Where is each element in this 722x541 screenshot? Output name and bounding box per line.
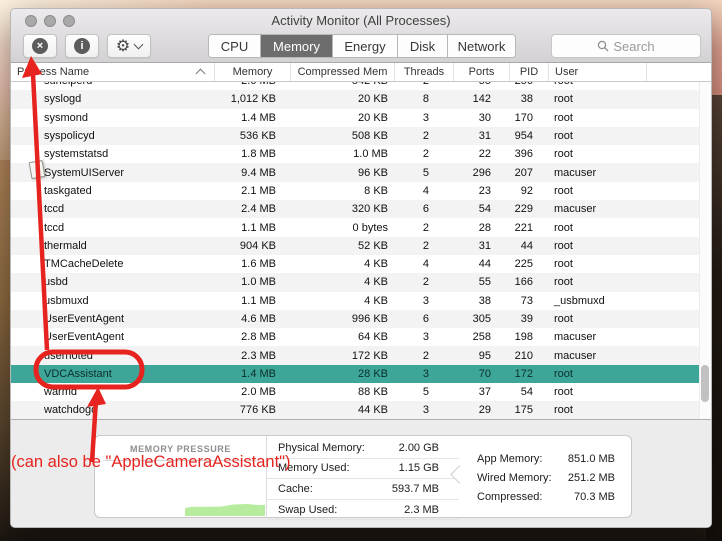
tab-network[interactable]: Network <box>447 35 515 57</box>
gear-icon: ⚙ <box>116 38 130 54</box>
table-row[interactable]: tccd 2.4 MB 320 KB 6 54 229 macuser <box>11 200 701 218</box>
stat-value: 70.3 MB <box>574 491 615 503</box>
inspect-button[interactable]: i <box>65 34 99 58</box>
table-row[interactable]: syspolicyd 536 KB 508 KB 2 31 954 root <box>11 127 701 145</box>
memory-pressure-section: MEMORY PRESSURE <box>95 436 267 517</box>
x-circle-icon: × <box>32 38 48 54</box>
tab-energy[interactable]: Energy <box>332 35 397 57</box>
stat-label: Compressed: <box>477 491 542 503</box>
column-header-spacer <box>646 63 711 81</box>
tab-cpu[interactable]: CPU <box>209 35 260 57</box>
stat-value: 2.00 GB <box>399 442 439 454</box>
stat-label: Swap Used: <box>278 504 337 516</box>
scrollbar-thumb[interactable] <box>701 365 709 402</box>
memory-pressure-graph <box>185 503 265 516</box>
titlebar: Activity Monitor (All Processes) <box>11 9 711 31</box>
memory-breakdown-section: App Memory: 851.0 MB Wired Memory: 251.2… <box>459 436 631 517</box>
table-row[interactable]: usernoted 2.3 MB 172 KB 2 95 210 macuser <box>11 346 701 364</box>
table-row[interactable]: sysmond 1.4 MB 20 KB 3 30 170 root <box>11 109 701 127</box>
stat-label: Wired Memory: <box>477 472 552 484</box>
activity-monitor-window: Activity Monitor (All Processes) × i ⚙ C… <box>10 8 712 528</box>
table-row[interactable]: tccd 1.1 MB 0 bytes 2 28 221 root <box>11 218 701 236</box>
column-header-ports[interactable]: Ports <box>453 63 509 81</box>
tab-disk[interactable]: Disk <box>397 35 447 57</box>
column-header-threads[interactable]: Threads <box>394 63 453 81</box>
drag-page-icon <box>29 160 46 179</box>
memory-summary-panel: MEMORY PRESSURE Physical Memory: 2.00 GB… <box>11 419 711 528</box>
column-header-user[interactable]: User <box>548 63 646 81</box>
memory-stats-box: MEMORY PRESSURE Physical Memory: 2.00 GB… <box>94 435 632 518</box>
search-input[interactable]: Search <box>551 34 701 58</box>
table-row[interactable]: watchdogd 776 KB 44 KB 3 29 175 root <box>11 401 701 419</box>
table-header: Process Name Memory Compressed Mem Threa… <box>11 63 711 82</box>
stat-row: Swap Used: 2.3 MB <box>267 500 459 521</box>
table-row[interactable]: SystemUIServer 9.4 MB 96 KB 5 296 207 ma… <box>11 163 701 181</box>
stat-label: Cache: <box>278 483 313 495</box>
stat-row: App Memory: 851.0 MB <box>477 449 615 468</box>
window-chrome: Activity Monitor (All Processes) × i ⚙ C… <box>11 9 711 63</box>
stat-value: 851.0 MB <box>568 453 615 465</box>
info-circle-icon: i <box>74 38 90 54</box>
stat-value: 251.2 MB <box>568 472 615 484</box>
column-header-process-name[interactable]: Process Name <box>11 63 214 81</box>
stat-row: Compressed: 70.3 MB <box>477 487 615 506</box>
table-row[interactable]: usbd 1.0 MB 4 KB 2 55 166 root <box>11 273 701 291</box>
table-row[interactable]: UserEventAgent 2.8 MB 64 KB 3 258 198 ma… <box>11 328 701 346</box>
stat-value: 1.15 GB <box>399 462 439 474</box>
table-row[interactable]: syslogd 1,012 KB 20 KB 8 142 38 root <box>11 90 701 108</box>
stat-row: Cache: 593.7 MB <box>267 479 459 500</box>
memory-stats-section: Physical Memory: 2.00 GB Memory Used: 1.… <box>267 436 459 517</box>
table-row[interactable]: UserEventAgent 4.6 MB 996 KB 6 305 39 ro… <box>11 310 701 328</box>
table-row[interactable]: VDCAssistant 1.4 MB 28 KB 3 70 172 root <box>11 365 701 383</box>
table-row[interactable]: usbmuxd 1.1 MB 4 KB 3 38 73 _usbmuxd <box>11 292 701 310</box>
stat-label: App Memory: <box>477 453 542 465</box>
column-header-compressed-mem[interactable]: Compressed Mem <box>290 63 394 81</box>
stat-row: Physical Memory: 2.00 GB <box>267 438 459 459</box>
stat-label: Physical Memory: <box>278 442 365 454</box>
toolbar: × i ⚙ CPU Memory Energy Disk Network <box>11 31 711 63</box>
sort-ascending-icon <box>196 69 206 79</box>
stat-row: Wired Memory: 251.2 MB <box>477 468 615 487</box>
desktop: Activity Monitor (All Processes) × i ⚙ C… <box>0 0 722 541</box>
annotation-note: (can also be "AppleCameraAssistant") <box>11 453 291 472</box>
stat-value: 2.3 MB <box>404 504 439 516</box>
search-icon <box>597 40 609 52</box>
table-row[interactable]: systemstatsd 1.8 MB 1.0 MB 2 22 396 root <box>11 145 701 163</box>
view-tabs: CPU Memory Energy Disk Network <box>208 34 516 58</box>
column-header-pid[interactable]: PID <box>509 63 548 81</box>
table-row[interactable]: taskgated 2.1 MB 8 KB 4 23 92 root <box>11 182 701 200</box>
settings-button[interactable]: ⚙ <box>107 34 151 58</box>
window-title: Activity Monitor (All Processes) <box>11 13 711 28</box>
table-row[interactable]: warmd 2.0 MB 88 KB 5 37 54 root <box>11 383 701 401</box>
stat-value: 593.7 MB <box>392 483 439 495</box>
quit-process-button[interactable]: × <box>23 34 57 58</box>
stat-row: Memory Used: 1.15 GB <box>267 459 459 480</box>
search-placeholder: Search <box>613 39 654 54</box>
chevron-down-icon <box>134 40 144 50</box>
scrollbar-track[interactable] <box>699 82 711 419</box>
tab-memory[interactable]: Memory <box>260 35 332 57</box>
table-row[interactable]: TMCacheDelete 1.6 MB 4 KB 4 44 225 root <box>11 255 701 273</box>
process-table-body: suhelperd 2.0 MB 542 KB 2 55 256 root sy… <box>11 82 711 419</box>
table-row[interactable]: suhelperd 2.0 MB 542 KB 2 55 256 root <box>11 82 701 90</box>
column-header-memory[interactable]: Memory <box>214 63 290 81</box>
table-row[interactable]: thermald 904 KB 52 KB 2 31 44 root <box>11 237 701 255</box>
